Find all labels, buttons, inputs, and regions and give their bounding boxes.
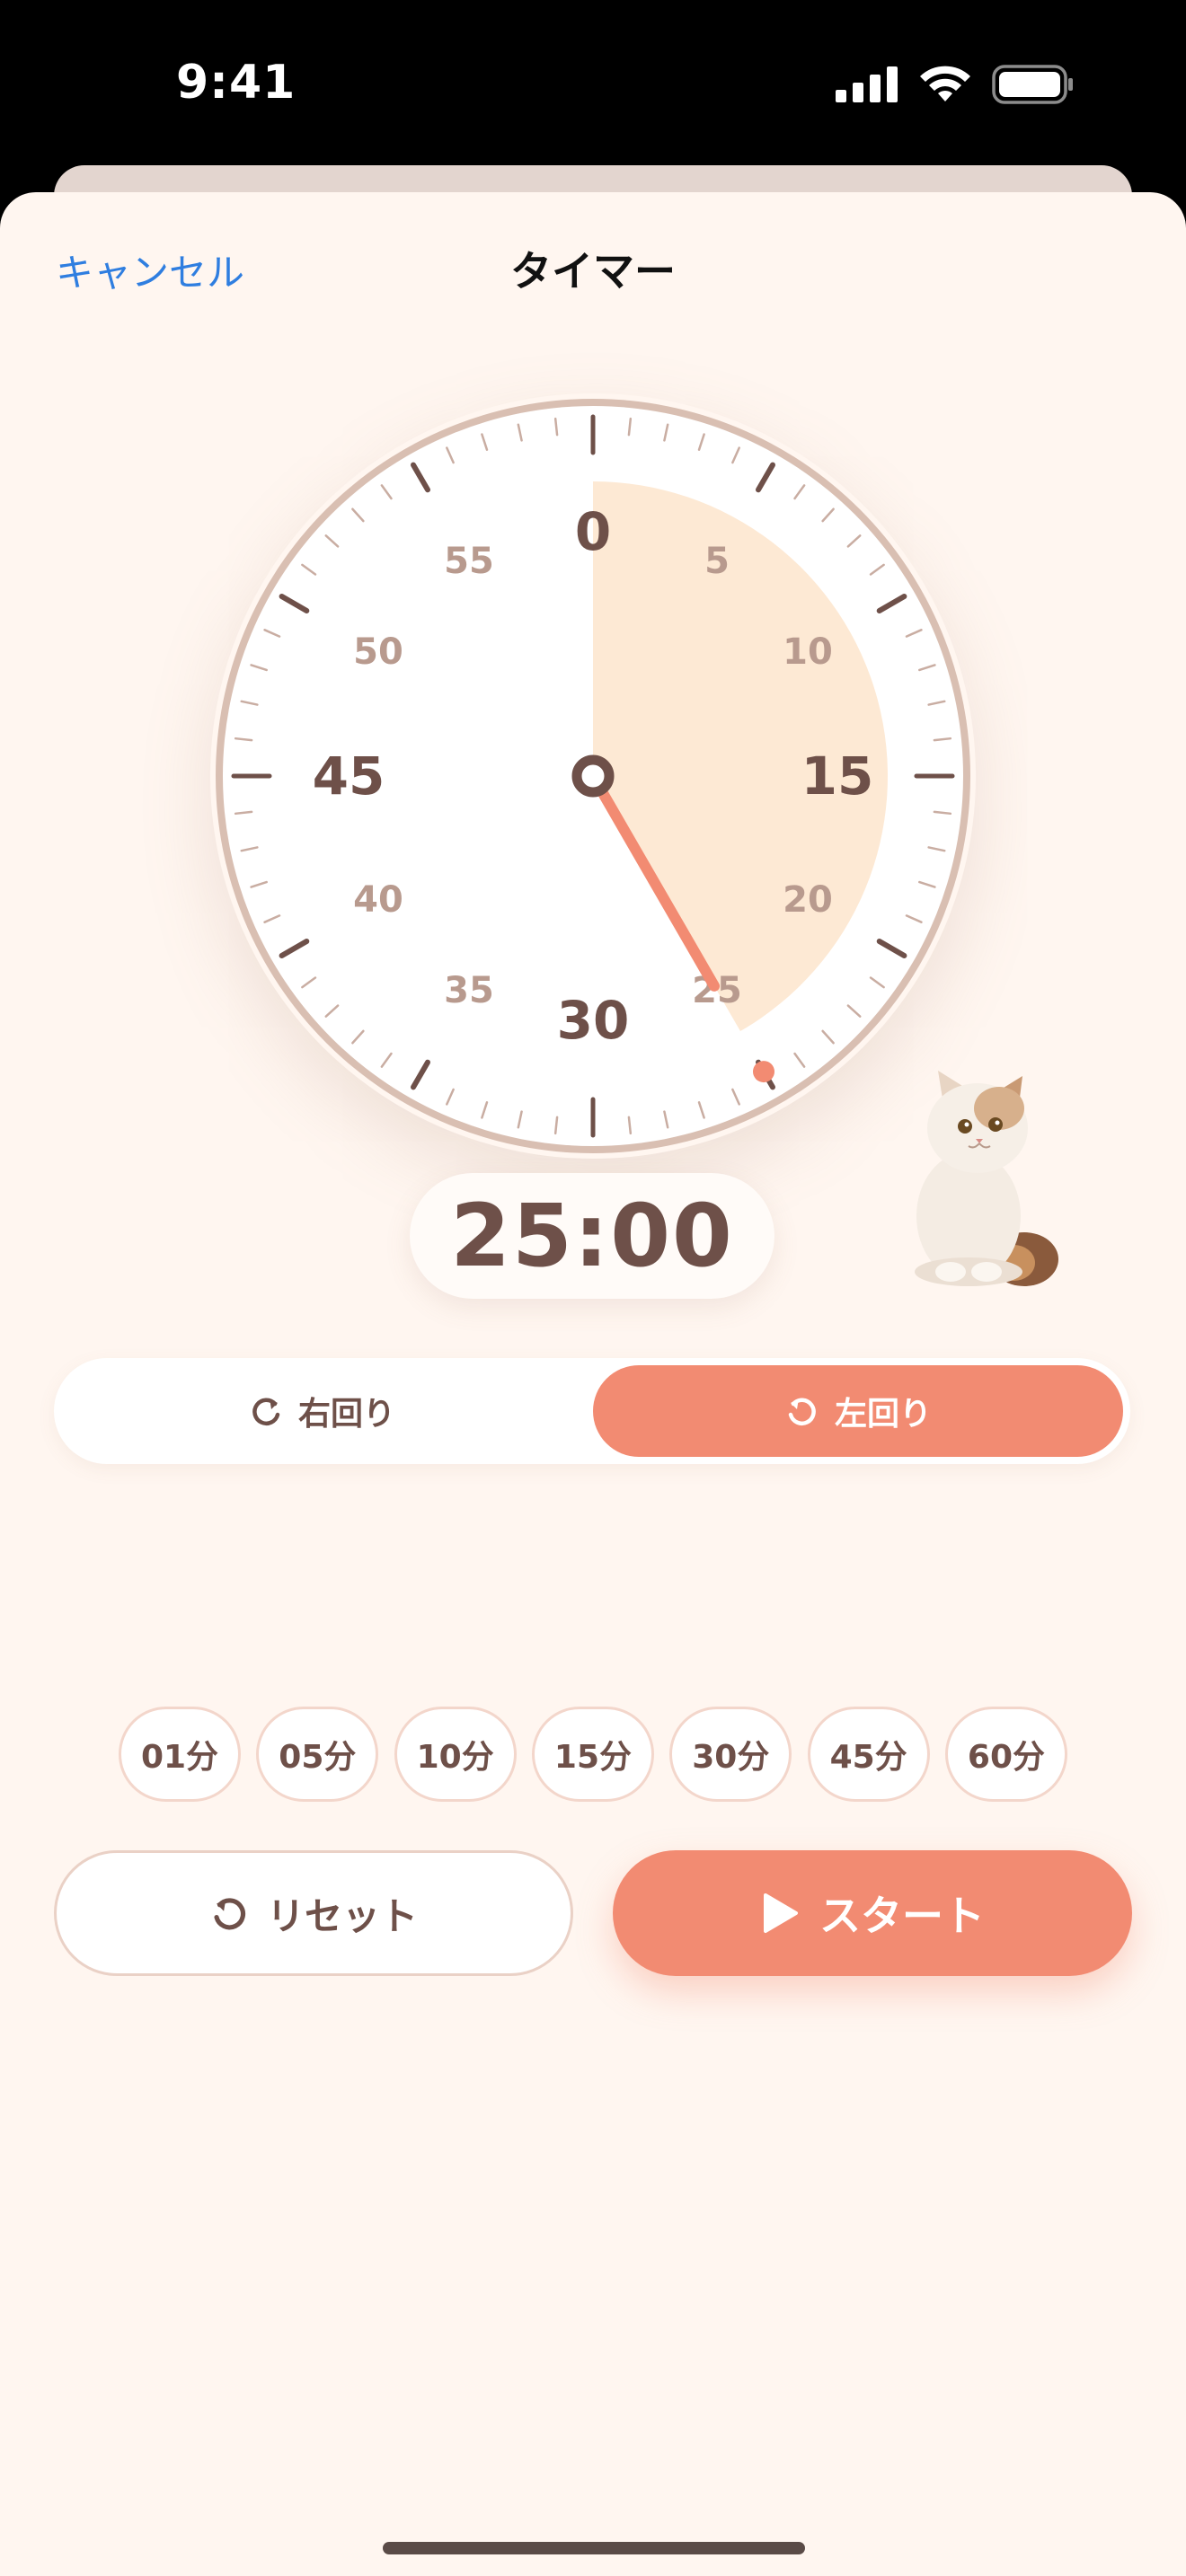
preset-10min[interactable]: 10分 (394, 1707, 517, 1802)
preset-5min[interactable]: 05分 (256, 1707, 379, 1802)
counterclockwise-label: 左回り (834, 1396, 932, 1433)
reset-icon (214, 1898, 246, 1930)
dial-major-label: 45 (313, 745, 385, 807)
preset-30min[interactable]: 30分 (669, 1707, 792, 1802)
timer-dial[interactable]: 0153045510202535405055 (210, 393, 976, 1159)
preset-15min[interactable]: 15分 (531, 1707, 654, 1802)
dial-minor-label: 50 (353, 631, 403, 673)
cellular-signal-icon (836, 66, 898, 102)
direction-segmented-control: 右回り 左回り (54, 1358, 1130, 1464)
dial-minor-label: 55 (444, 541, 494, 582)
preset-chips: 01分 05分 10分 15分 30分 45分 60分 (119, 1707, 1067, 1804)
status-time: 9:41 (176, 56, 296, 110)
time-readout: 25:00 (410, 1173, 774, 1299)
clockwise-label: 右回り (297, 1396, 395, 1433)
start-label: スタート (819, 1892, 985, 1940)
preset-45min[interactable]: 45分 (807, 1707, 930, 1802)
dial-minor-label: 20 (783, 879, 833, 921)
nav-bar: キャンセル タイマー (0, 192, 1186, 345)
status-icons (836, 65, 1075, 104)
clockwise-option[interactable]: 右回り (61, 1365, 582, 1457)
dial-major-label: 0 (575, 501, 611, 562)
home-indicator (383, 2542, 805, 2554)
dial-minor-label: 5 (704, 541, 730, 582)
page-title: タイマー (510, 247, 676, 296)
reset-button[interactable]: リセット (54, 1850, 573, 1976)
dial-minor-label: 35 (444, 970, 494, 1011)
wifi-icon (920, 66, 970, 101)
dial-face: 0153045510202535405055 (216, 399, 970, 1153)
timer-sheet: キャンセル タイマー 0153045510202535405055 (0, 192, 1186, 2576)
play-icon (764, 1893, 798, 1933)
dial-center-pin (571, 754, 615, 798)
preset-60min[interactable]: 60分 (944, 1707, 1067, 1802)
rotate-counterclockwise-icon (788, 1398, 816, 1425)
dial-minor-label: 40 (353, 879, 403, 921)
dial-minor-label: 10 (783, 631, 833, 673)
reset-label: リセット (266, 1893, 418, 1938)
battery-icon (992, 65, 1073, 104)
status-bar: 9:41 (0, 0, 1186, 171)
rotate-clockwise-icon (252, 1398, 280, 1425)
preset-1min[interactable]: 01分 (119, 1707, 241, 1802)
counterclockwise-option[interactable]: 左回り (593, 1365, 1123, 1457)
start-button[interactable]: スタート (613, 1850, 1132, 1976)
dial-major-label: 30 (557, 990, 630, 1051)
cat-illustration (915, 1071, 1058, 1286)
dial-hand-knob[interactable] (753, 1061, 774, 1083)
dial-major-label: 15 (801, 745, 874, 807)
time-readout-text: 25:00 (450, 1186, 734, 1286)
